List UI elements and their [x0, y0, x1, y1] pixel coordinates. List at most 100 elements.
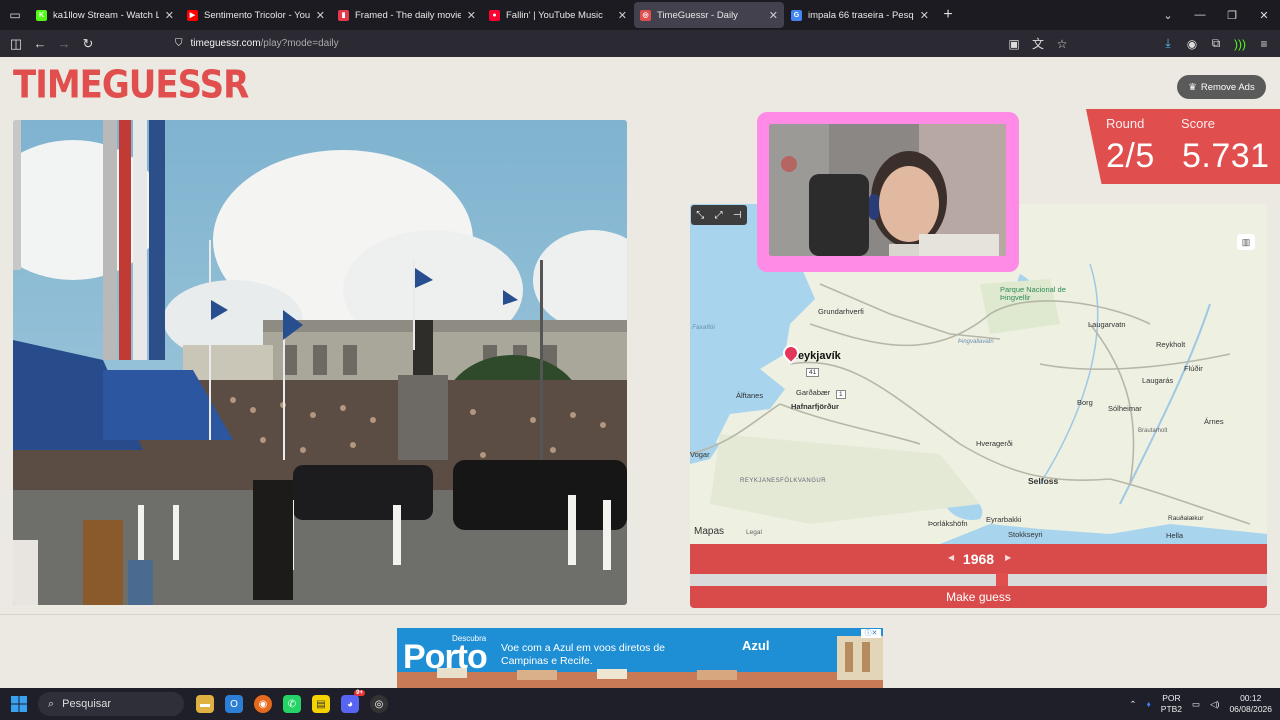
- outlook-icon[interactable]: O: [225, 695, 243, 713]
- download-icon[interactable]: ⤓: [1160, 36, 1176, 51]
- webcam-overlay: [757, 112, 1019, 272]
- tab-close-icon[interactable]: ✕: [316, 9, 325, 22]
- year-slider-handle[interactable]: [995, 573, 1008, 587]
- tab-favicon-icon: ▮: [338, 9, 349, 21]
- tab-title: TimeGuessr - Daily: [657, 9, 738, 21]
- map-label: Laugarvatn: [1088, 320, 1126, 329]
- forward-icon[interactable]: →: [52, 36, 76, 51]
- advertisement-banner[interactable]: Descubra Porto Voe com a Azul em voos di…: [397, 628, 883, 688]
- discord-icon[interactable]: ◕ 9+: [341, 690, 365, 713]
- map-label: REYKJANESFÓLKVANGUR: [740, 478, 827, 484]
- tab-overflow-icon[interactable]: ⌄: [1152, 9, 1184, 22]
- map-label: Eyrarbakki: [986, 515, 1022, 524]
- taskbar-search-label: Pesquisar: [62, 698, 112, 710]
- tab-close-icon[interactable]: ✕: [467, 9, 476, 22]
- year-increment-icon[interactable]: ▶: [1005, 553, 1011, 562]
- round-photo: [13, 120, 627, 605]
- browser-tab[interactable]: ● Fallin' | YouTube Music ✕: [483, 2, 633, 28]
- map-type-icon[interactable]: ▥: [1237, 234, 1255, 250]
- audio-extension-icon[interactable]: ))): [1232, 37, 1248, 51]
- ad-brand: Porto: [403, 638, 488, 676]
- windows-taskbar: ⌕ Pesquisar ▬ O ◉ ✆ ▤ ◕ 9+ ◎ ⌃ ♦ POR PTB2…: [0, 688, 1280, 720]
- tray-overflow-icon[interactable]: ⌃: [1129, 699, 1136, 710]
- browser-tab[interactable]: ▶ Sentimento Tricolor - YouTube ✕: [181, 2, 331, 28]
- webcam-illustration: [769, 124, 1006, 256]
- close-window-icon[interactable]: ✕: [1248, 9, 1280, 22]
- browser-tab[interactable]: ▮ Framed - The daily movie guess ✕: [332, 2, 482, 28]
- map-label: Borg: [1077, 398, 1093, 407]
- year-slider[interactable]: [690, 574, 1267, 586]
- sidebar-icon[interactable]: ◫: [4, 36, 28, 52]
- address-bar[interactable]: ⛉ timeguessr.com/play?mode=daily: [175, 33, 1075, 54]
- tab-list-icon[interactable]: ▭: [0, 0, 30, 30]
- whatsapp-icon[interactable]: ✆: [283, 695, 301, 713]
- tab-title: ka1llow Stream - Watch Live on: [53, 9, 159, 21]
- clock-date: 06/08/2026: [1229, 704, 1272, 714]
- tab-title: Framed - The daily movie guess: [355, 9, 461, 21]
- display-icon[interactable]: ▭: [1192, 699, 1200, 710]
- account-icon[interactable]: ◉: [1184, 37, 1200, 51]
- taskbar-search[interactable]: ⌕ Pesquisar: [38, 692, 184, 716]
- microphone-icon[interactable]: ♦: [1146, 699, 1150, 709]
- map-label: Hafnarfjörður: [791, 402, 839, 411]
- tab-close-icon[interactable]: ✕: [165, 9, 174, 22]
- tab-close-icon[interactable]: ✕: [769, 9, 778, 22]
- make-guess-button[interactable]: Make guess: [690, 586, 1267, 608]
- score-label: Score: [1181, 116, 1215, 131]
- map-label: Brautarholt: [1138, 428, 1168, 434]
- tab-close-icon[interactable]: ✕: [618, 9, 627, 22]
- expand-map-icon[interactable]: ⤡: [696, 210, 704, 221]
- browser-tab[interactable]: Kka1llow Stream - Watch Live on ✕: [30, 2, 180, 28]
- tab-title: Sentimento Tricolor - YouTube: [204, 9, 310, 21]
- window-controls: ⌄ — ❐ ✕: [1152, 0, 1280, 30]
- remove-ads-button[interactable]: ♛ Remove Ads: [1177, 75, 1266, 99]
- photo-illustration: [13, 120, 627, 605]
- translate-icon[interactable]: 文: [1030, 35, 1046, 52]
- reload-icon[interactable]: ↻: [76, 36, 100, 52]
- browser-tab[interactable]: Gimpala 66 traseira - Pesquisa Go ✕: [785, 2, 935, 28]
- round-value: 2/5: [1106, 137, 1155, 175]
- restore-icon[interactable]: ❐: [1216, 9, 1248, 22]
- tab-close-icon[interactable]: ✕: [920, 9, 929, 22]
- tab-favicon-icon: ▶: [187, 9, 198, 21]
- obs-icon[interactable]: ◎: [370, 695, 388, 713]
- sticky-notes-icon[interactable]: ▤: [312, 695, 330, 713]
- nav-bar: ◫ ← → ↻ ⛉ timeguessr.com/play?mode=daily…: [0, 30, 1280, 57]
- map-label: Sólheimar: [1108, 404, 1142, 413]
- url-path: /play?mode=daily: [260, 38, 339, 49]
- menu-icon[interactable]: ≡: [1256, 37, 1272, 51]
- map-label: Flúðir: [1184, 364, 1203, 373]
- bookmark-star-icon[interactable]: ☆: [1054, 37, 1070, 51]
- volume-icon[interactable]: ◁): [1210, 699, 1219, 710]
- file-explorer-icon[interactable]: ▬: [196, 695, 214, 713]
- browser-tab[interactable]: ◎ TimeGuessr - Daily ✕: [634, 2, 784, 28]
- keyboard-layout: PTB2: [1160, 704, 1183, 714]
- reader-icon[interactable]: ▣: [1006, 37, 1022, 51]
- map-label: Hella: [1166, 531, 1184, 540]
- score-panel: Round 2/5 Score 5.731: [1086, 109, 1280, 184]
- tab-favicon-icon: ◎: [640, 9, 651, 21]
- map-label: Garðabær: [796, 388, 831, 397]
- extensions-icon[interactable]: ⧉: [1208, 36, 1224, 51]
- tab-favicon-icon: ●: [489, 9, 500, 21]
- start-button[interactable]: [0, 696, 38, 712]
- site-info-icon[interactable]: ⛉: [175, 38, 183, 49]
- tab-favicon-icon: G: [791, 9, 802, 21]
- back-icon[interactable]: ←: [28, 36, 52, 51]
- language-indicator[interactable]: POR PTB2: [1161, 693, 1182, 714]
- pin-map-icon[interactable]: ⊣: [733, 210, 742, 221]
- map-tools: ⤡ ⤢ ⊣: [691, 205, 747, 225]
- new-tab-icon[interactable]: +: [936, 6, 960, 24]
- shrink-map-icon[interactable]: ⤢: [715, 210, 723, 221]
- map-legal-link[interactable]: Legal: [746, 529, 762, 536]
- score-value: 5.731: [1182, 137, 1270, 175]
- map-label: Þingvallavatn: [958, 339, 994, 345]
- discord-badge: 9+: [354, 690, 365, 696]
- url-actions: ▣ 文 ☆: [1006, 30, 1070, 57]
- map-label-selfoss: Selfoss: [1028, 476, 1059, 486]
- minimize-icon[interactable]: —: [1184, 9, 1216, 21]
- timeguessr-logo[interactable]: TIMEGUESSR: [13, 66, 249, 104]
- firefox-icon[interactable]: ◉: [254, 695, 272, 713]
- clock[interactable]: 00:12 06/08/2026: [1229, 693, 1272, 714]
- ad-close-icon[interactable]: ⓘ✕: [861, 629, 881, 638]
